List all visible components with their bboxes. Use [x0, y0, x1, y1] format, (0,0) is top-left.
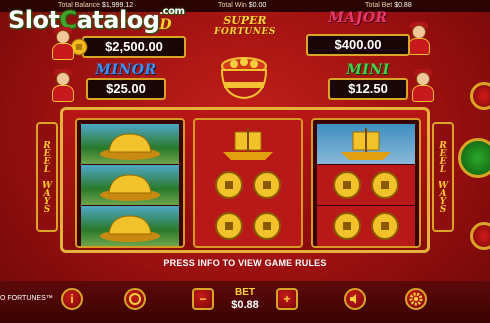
game-name-label: O FORTUNES™ — [0, 295, 53, 302]
game-title-line2: FORTUNES — [214, 27, 276, 37]
gold-coins-symbol — [317, 206, 415, 246]
major-jackpot: MAJOR $400.00 — [306, 10, 410, 56]
total-win-label: Total Win — [218, 2, 247, 9]
bet-value: $0.88 — [231, 299, 259, 311]
reel-ways-label-right: REEL WAYS — [432, 122, 454, 232]
gold-ingot-symbol — [81, 124, 179, 164]
coins-icon — [129, 293, 141, 305]
minor-jackpot-label: MINOR — [95, 62, 157, 78]
total-bet-value: $0.88 — [394, 2, 412, 9]
info-message: PRESS INFO TO VIEW GAME RULES — [163, 258, 327, 268]
settings-button[interactable] — [405, 288, 427, 310]
bet-increase-button[interactable]: + — [276, 288, 298, 310]
major-jackpot-value: $400.00 — [306, 34, 410, 56]
major-jackpot-label: MAJOR — [328, 10, 388, 26]
watermark-text-b: atalog — [76, 6, 160, 34]
grand-jackpot-value: $2,500.00 — [82, 36, 186, 58]
reel-2 — [193, 118, 303, 248]
gold-coins-symbol — [199, 165, 297, 205]
gold-coins-symbol — [199, 206, 297, 246]
bet-label: BET — [235, 287, 255, 298]
total-win-value: $0.00 — [248, 2, 267, 9]
spin-button[interactable] — [458, 138, 490, 178]
minor-jackpot: MINOR $25.00 — [86, 62, 166, 100]
gold-ingot-symbol — [81, 206, 179, 246]
total-win: Total Win $0.00 — [218, 0, 266, 12]
reel-3 — [311, 118, 421, 248]
minus-icon: − — [199, 292, 207, 306]
gold-ship-symbol — [199, 124, 297, 164]
sound-button[interactable] — [344, 288, 366, 310]
info-button[interactable]: i — [61, 288, 83, 310]
mini-jackpot-label: MINI — [346, 62, 390, 78]
gold-ingot-symbol — [81, 165, 179, 205]
watermark-suffix: .com — [159, 6, 185, 17]
game-title-logo: SUPER FORTUNES — [200, 14, 290, 37]
gold-coins-symbol — [317, 165, 415, 205]
fortune-god-character — [50, 27, 76, 60]
mini-jackpot-value: $12.50 — [328, 78, 408, 100]
mini-jackpot: MINI $12.50 — [328, 62, 408, 100]
fortune-god-character — [50, 69, 76, 102]
fortune-god-character — [410, 69, 436, 102]
turbo-button[interactable] — [470, 222, 490, 250]
slotcatalog-watermark: SlotCatalog.com — [8, 6, 185, 34]
info-icon: i — [70, 292, 74, 306]
gear-icon — [409, 292, 423, 306]
gold-ship-symbol — [317, 124, 415, 164]
autoplay-button[interactable] — [470, 82, 490, 110]
reel-1 — [75, 118, 185, 248]
bet-decrease-button[interactable]: − — [192, 288, 214, 310]
treasure-pot-icon — [220, 57, 268, 100]
reel-ways-label-left: REEL WAYS — [36, 122, 58, 232]
reel-frame — [60, 107, 430, 253]
plus-icon: + — [283, 292, 291, 306]
speaker-icon — [350, 294, 356, 304]
total-bet-label: Total Bet — [365, 2, 393, 9]
minor-jackpot-value: $25.00 — [86, 78, 166, 100]
game-title-line1: SUPER — [223, 14, 267, 27]
paytable-button[interactable] — [124, 288, 146, 310]
